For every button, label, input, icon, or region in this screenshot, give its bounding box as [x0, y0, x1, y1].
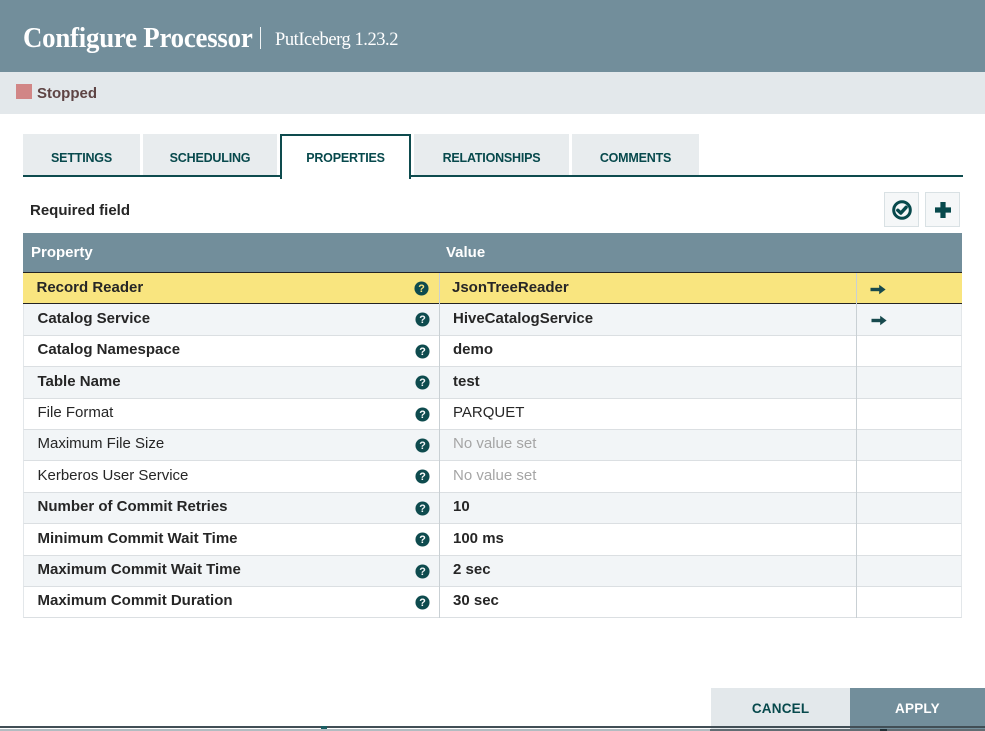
svg-text:?: ?	[419, 597, 426, 609]
svg-text:?: ?	[419, 315, 426, 327]
svg-text:?: ?	[418, 283, 425, 295]
svg-text:?: ?	[419, 503, 426, 515]
svg-text:?: ?	[419, 409, 426, 421]
svg-text:?: ?	[419, 346, 426, 358]
svg-text:?: ?	[419, 534, 426, 546]
svg-text:?: ?	[419, 440, 426, 452]
svg-text:?: ?	[419, 472, 426, 484]
svg-text:?: ?	[419, 377, 426, 389]
svg-text:?: ?	[419, 566, 426, 578]
